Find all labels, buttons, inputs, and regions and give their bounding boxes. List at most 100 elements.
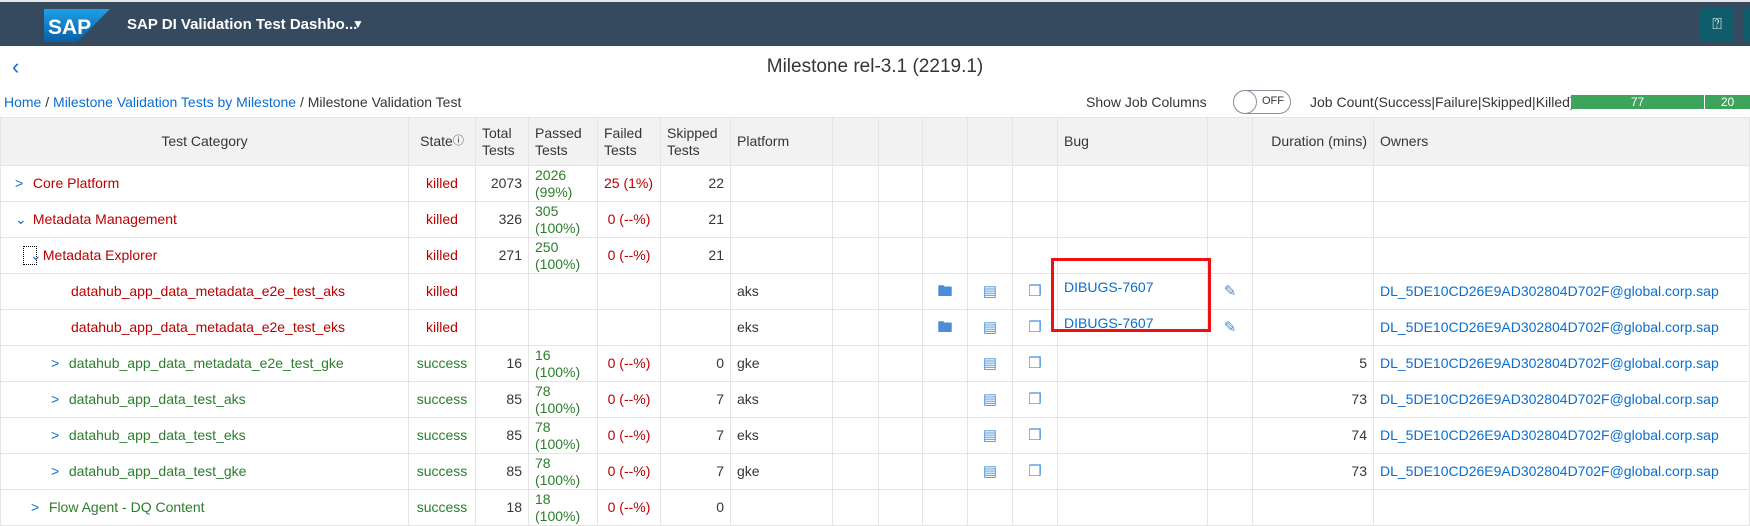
total-value: 2073 [490, 175, 522, 191]
cell-total: 18 [475, 489, 529, 526]
test-name[interactable]: Core Platform [33, 175, 119, 191]
cube-icon[interactable]: ❒ [1028, 463, 1041, 480]
expand-chevron-icon[interactable]: > [51, 463, 65, 480]
cell-platform: gke [730, 345, 833, 382]
cell [1207, 345, 1253, 382]
skipped-value: 0 [716, 499, 724, 515]
app-title[interactable]: SAP DI Validation Test Dashbo... [127, 16, 357, 33]
duration-value: 5 [1359, 355, 1367, 371]
cell [1207, 381, 1253, 418]
test-name[interactable]: datahub_app_data_metadata_e2e_test_aks [71, 283, 345, 299]
cube-icon[interactable]: ❒ [1028, 319, 1041, 336]
test-name[interactable]: datahub_app_data_test_eks [69, 427, 246, 443]
table-row[interactable]: datahub_app_data_metadata_e2e_test_eks k… [0, 309, 1750, 346]
table-row[interactable]: > datahub_app_data_test_eks success 85 7… [0, 417, 1750, 454]
cell-passed: 250 (100%) [528, 237, 598, 274]
owner-link[interactable]: DL_5DE10CD26E9AD302804D702F@global.corp.… [1380, 319, 1719, 335]
table-row[interactable]: > Core Platform killed 2073 2026 (99%) 2… [0, 165, 1750, 202]
col-passed[interactable]: Passed Tests [528, 117, 598, 166]
document-icon[interactable]: ▤ [983, 391, 997, 408]
total-value: 85 [506, 463, 522, 479]
cell-platform: gke [730, 453, 833, 490]
col-state[interactable]: Stateⓘ [408, 117, 476, 166]
table-header: Test Category Stateⓘ Total Tests Passed … [0, 117, 1750, 166]
table-row[interactable]: > datahub_app_data_metadata_e2e_test_gke… [0, 345, 1750, 382]
owner-link[interactable]: DL_5DE10CD26E9AD302804D702F@global.corp.… [1380, 283, 1719, 299]
table-row[interactable]: > Flow Agent - DQ Content success 18 18 … [0, 489, 1750, 526]
collapse-chevron-icon[interactable]: ⌄ [15, 211, 29, 228]
cell [922, 165, 968, 202]
cube-icon[interactable]: ❒ [1028, 283, 1041, 300]
total-value: 16 [506, 355, 522, 371]
col-bug[interactable]: Bug [1057, 117, 1208, 166]
cell-state: killed [408, 309, 476, 346]
cell-passed: 2026 (99%) [528, 165, 598, 202]
cell-owner [1373, 489, 1750, 526]
test-name[interactable]: Metadata Management [33, 211, 177, 227]
owner-link[interactable]: DL_5DE10CD26E9AD302804D702F@global.corp.… [1380, 391, 1719, 407]
document-icon[interactable]: ▤ [983, 427, 997, 444]
edit-pencil-icon[interactable]: ✎ [1224, 283, 1237, 300]
skipped-value: 7 [716, 427, 724, 443]
cell-state: success [408, 417, 476, 454]
expand-chevron-icon[interactable]: > [51, 355, 65, 372]
expand-chevron-icon[interactable]: > [31, 499, 45, 516]
user-button[interactable] [1744, 8, 1750, 42]
test-name[interactable]: datahub_app_data_test_aks [69, 391, 246, 407]
collapse-chevron-icon[interactable]: ⌄ [23, 246, 42, 265]
owner-link[interactable]: DL_5DE10CD26E9AD302804D702F@global.corp.… [1380, 427, 1719, 443]
cell: ❒ [1012, 381, 1058, 418]
document-icon[interactable]: ▤ [983, 463, 997, 480]
col-owners[interactable]: Owners [1373, 117, 1750, 166]
col-test-category[interactable]: Test Category [0, 117, 409, 166]
folder-icon[interactable]: 🖿 [937, 319, 952, 336]
show-job-columns-toggle[interactable]: OFF [1233, 90, 1291, 114]
cell-failed: 25 (1%) [597, 165, 661, 202]
info-icon[interactable]: ⓘ [453, 135, 464, 147]
col-platform[interactable]: Platform [730, 117, 833, 166]
expand-chevron-icon[interactable]: > [51, 427, 65, 444]
document-icon[interactable]: ▤ [983, 319, 997, 336]
help-button[interactable]: ⍰ [1700, 8, 1734, 42]
job-count-label: Job Count(Success|Failure|Skipped|Killed… [1310, 94, 1575, 110]
cell-platform [730, 237, 833, 274]
test-name[interactable]: datahub_app_data_metadata_e2e_test_eks [71, 319, 345, 335]
owner-link[interactable]: DL_5DE10CD26E9AD302804D702F@global.corp.… [1380, 355, 1719, 371]
col-skipped[interactable]: Skipped Tests [660, 117, 731, 166]
col-failed[interactable]: Failed Tests [597, 117, 661, 166]
cell-duration: 73 [1252, 381, 1374, 418]
table-row[interactable]: > datahub_app_data_test_aks success 85 7… [0, 381, 1750, 418]
table-row[interactable]: > datahub_app_data_test_gke success 85 7… [0, 453, 1750, 490]
table-row[interactable]: datahub_app_data_metadata_e2e_test_aks k… [0, 273, 1750, 310]
table-row[interactable]: ⌄ Metadata Explorer killed 271 250 (100%… [0, 237, 1750, 274]
owner-link[interactable]: DL_5DE10CD26E9AD302804D702F@global.corp.… [1380, 463, 1719, 479]
table-row[interactable]: ⌄ Metadata Management killed 326 305 (10… [0, 201, 1750, 238]
test-name[interactable]: datahub_app_data_metadata_e2e_test_gke [69, 355, 344, 371]
failed-value: 25 (1%) [604, 175, 654, 191]
sap-logo[interactable]: SAP [44, 9, 110, 42]
cell [832, 453, 879, 490]
caret-down-icon[interactable]: ▼ [352, 17, 364, 31]
breadcrumb-milestones[interactable]: Milestone Validation Tests by Milestone [53, 94, 296, 110]
cell-name: > datahub_app_data_test_eks [0, 417, 409, 454]
cell-state: success [408, 453, 476, 490]
folder-icon[interactable]: 🖿 [937, 283, 952, 300]
test-name[interactable]: Metadata Explorer [43, 247, 157, 263]
col-duration[interactable]: Duration (mins) [1252, 117, 1374, 166]
breadcrumb-home[interactable]: Home [4, 94, 41, 110]
document-icon[interactable]: ▤ [983, 283, 997, 300]
platform-value: gke [737, 463, 760, 479]
cell-owner: DL_5DE10CD26E9AD302804D702F@global.corp.… [1373, 417, 1750, 454]
edit-pencil-icon[interactable]: ✎ [1224, 319, 1237, 336]
cube-icon[interactable]: ❒ [1028, 355, 1041, 372]
test-name[interactable]: datahub_app_data_test_gke [69, 463, 247, 479]
state-value: killed [426, 319, 458, 335]
cell-total: 85 [475, 453, 529, 490]
expand-chevron-icon[interactable]: > [51, 391, 65, 408]
cube-icon[interactable]: ❒ [1028, 391, 1041, 408]
col-total[interactable]: Total Tests [475, 117, 529, 166]
cube-icon[interactable]: ❒ [1028, 427, 1041, 444]
test-name[interactable]: Flow Agent - DQ Content [49, 499, 205, 515]
expand-chevron-icon[interactable]: > [15, 175, 29, 192]
document-icon[interactable]: ▤ [983, 355, 997, 372]
